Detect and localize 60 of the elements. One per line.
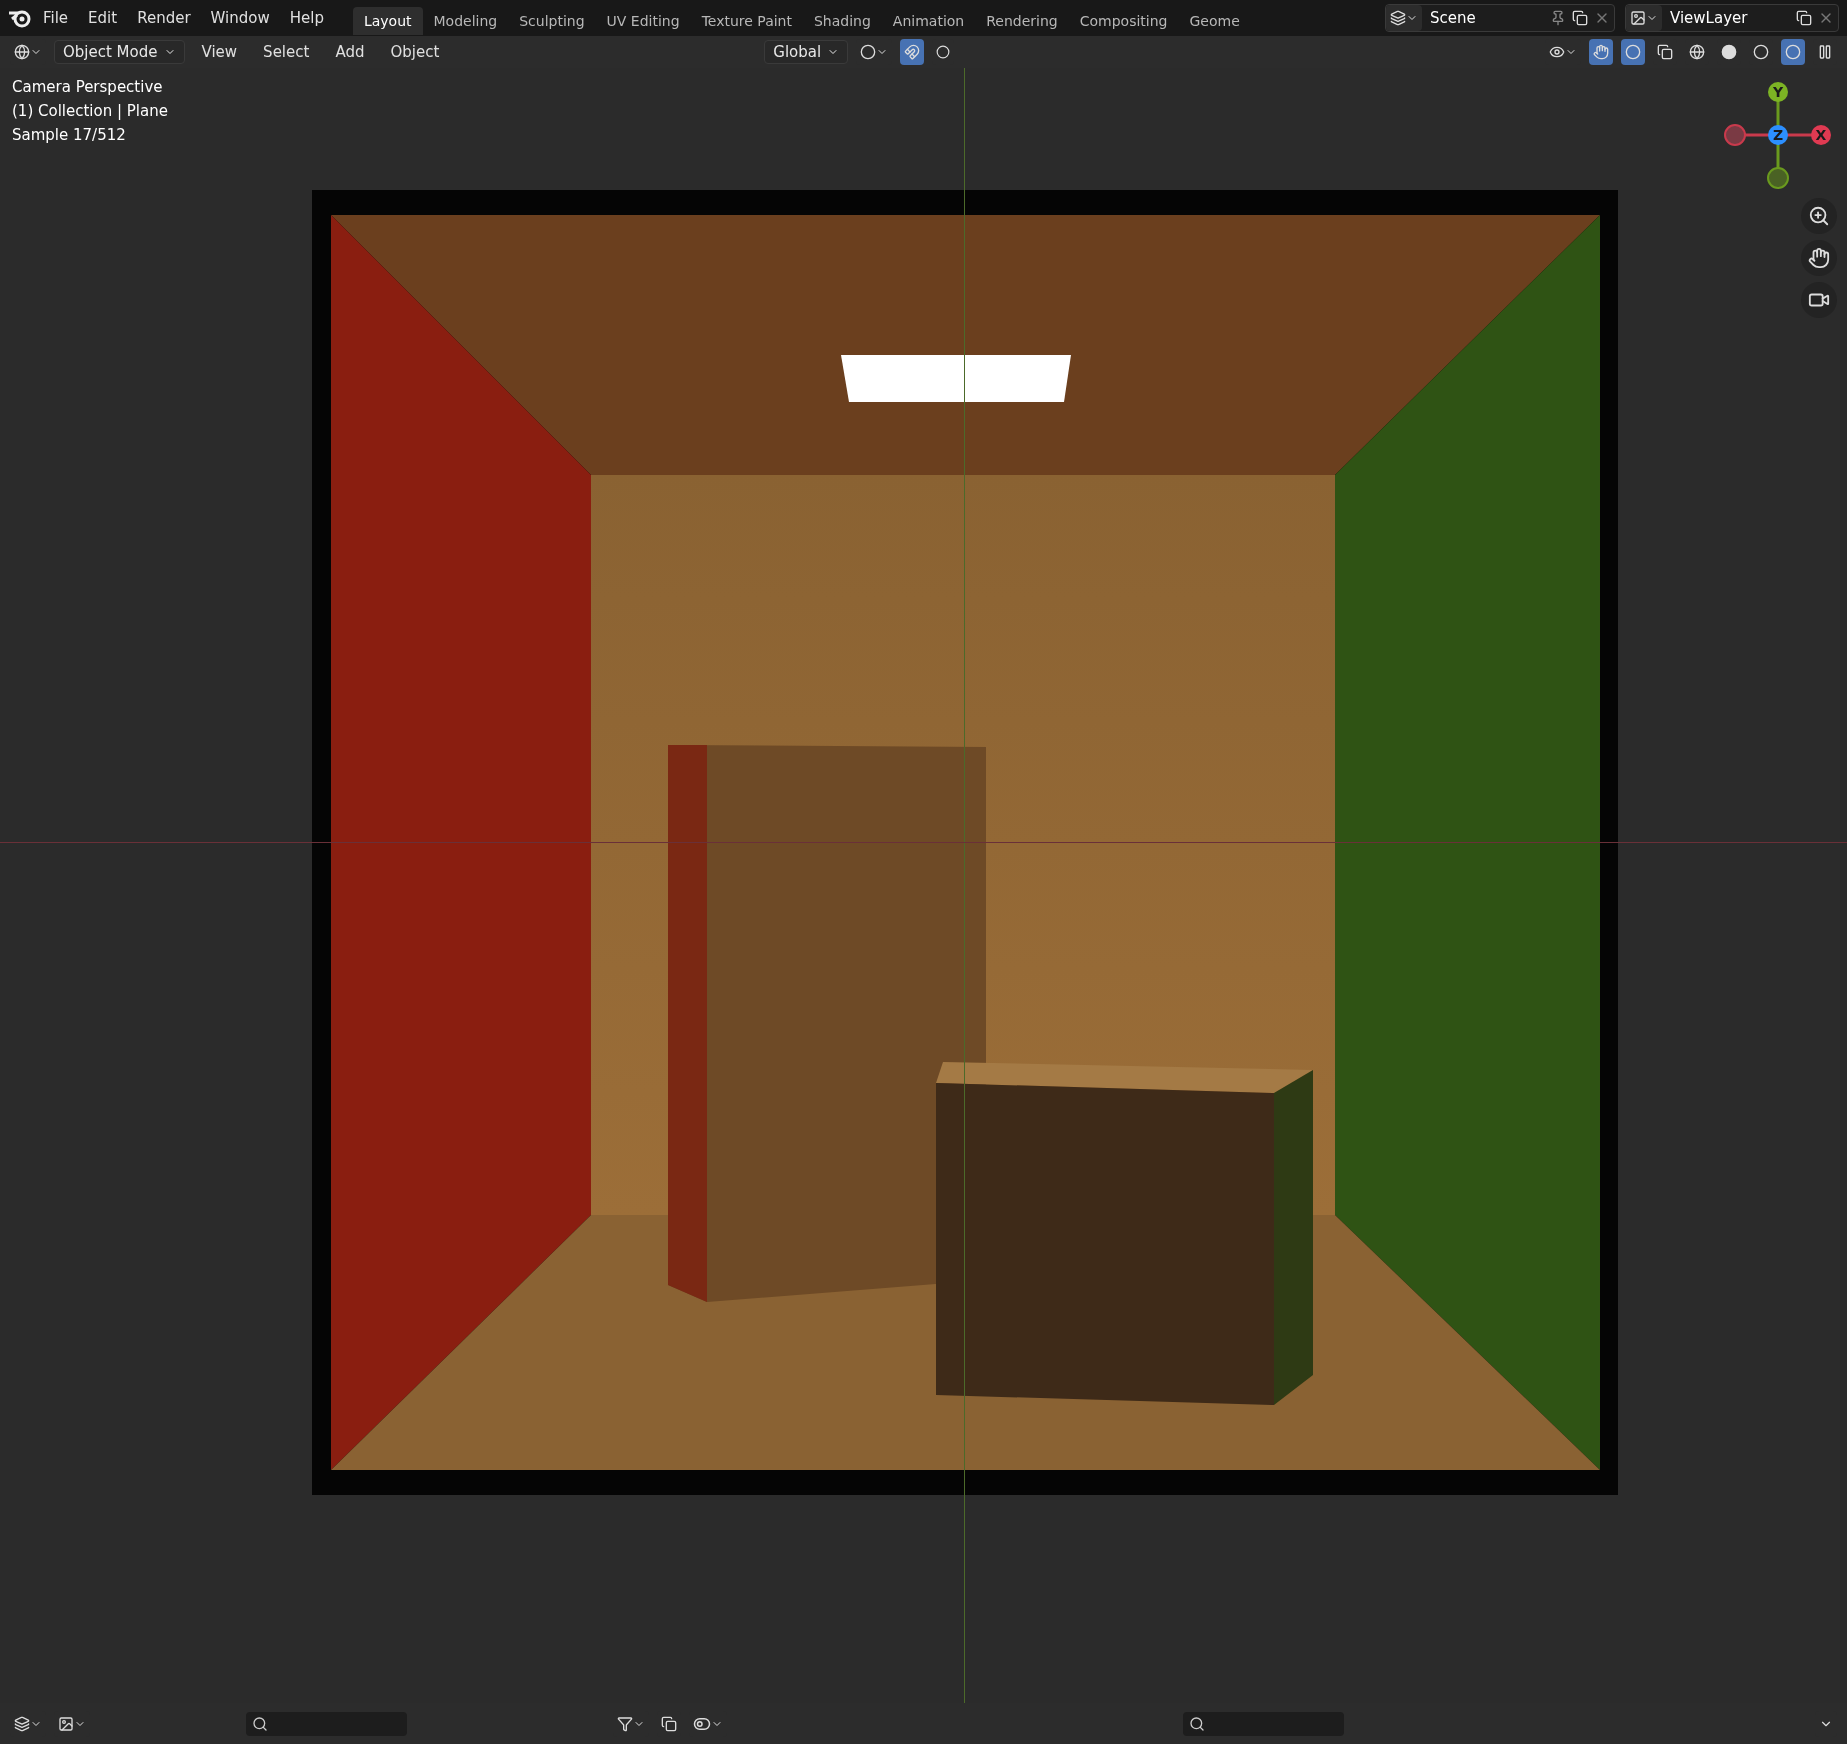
snap-toggle[interactable] bbox=[900, 39, 925, 65]
image-icon bbox=[58, 1715, 74, 1732]
gizmo-toggle[interactable] bbox=[1589, 39, 1613, 65]
workspace-tab[interactable]: Sculpting bbox=[508, 7, 596, 35]
magnet-icon bbox=[904, 44, 921, 60]
copy-icon bbox=[661, 1715, 677, 1732]
zoom-icon[interactable] bbox=[1801, 198, 1837, 234]
workspace-tab[interactable]: Layout bbox=[352, 7, 423, 35]
pin-icon bbox=[1550, 10, 1566, 26]
workspace-tab[interactable]: UV Editing bbox=[595, 7, 691, 35]
search-field[interactable] bbox=[246, 1711, 407, 1736]
circle-icon bbox=[860, 44, 877, 60]
globe-icon bbox=[14, 44, 30, 60]
viewport-info-text: Camera Perspective bbox=[12, 78, 164, 96]
workspace-tab[interactable]: Modeling bbox=[422, 7, 509, 35]
menu-item[interactable]: Render bbox=[128, 5, 200, 31]
viewport-info-text: (1) Collection | Plane bbox=[12, 102, 168, 120]
workspace-tab[interactable]: Shading bbox=[803, 7, 882, 35]
workspace-tab[interactable]: Rendering bbox=[975, 7, 1069, 35]
filter-icon bbox=[617, 1715, 633, 1732]
menu-item[interactable]: Help bbox=[280, 5, 333, 31]
navigation-gizmo[interactable]: Y Z X bbox=[1723, 80, 1833, 190]
copy-icon bbox=[1796, 10, 1812, 26]
shading-mode-button[interactable] bbox=[1781, 39, 1805, 65]
orientation-dropdown[interactable]: Global bbox=[764, 40, 849, 64]
circle-icon bbox=[936, 45, 951, 59]
circle-icon bbox=[1625, 44, 1641, 60]
scene-selector[interactable]: Scene bbox=[1385, 4, 1615, 32]
menu-item[interactable]: Object bbox=[381, 43, 449, 61]
overlay-toggle[interactable] bbox=[1621, 39, 1645, 65]
menu-item[interactable]: View bbox=[192, 43, 247, 61]
copy-icon bbox=[1657, 44, 1673, 60]
search-icon bbox=[252, 1715, 268, 1732]
hand-icon bbox=[1593, 44, 1609, 60]
circle-icon bbox=[1785, 44, 1801, 60]
menu-item[interactable]: File bbox=[34, 5, 78, 31]
copy-icon bbox=[1572, 10, 1588, 26]
menu-item[interactable]: Add bbox=[326, 43, 374, 61]
wireframe-sphere-icon bbox=[1689, 44, 1705, 60]
viewport-info-text: Sample 17/512 bbox=[12, 126, 127, 144]
layers-icon bbox=[14, 1715, 30, 1732]
mode-dropdown[interactable]: Object Mode bbox=[54, 40, 185, 64]
layers-icon bbox=[1390, 10, 1406, 26]
circle-icon bbox=[1753, 44, 1769, 60]
workspace-tab[interactable]: Texture Paint bbox=[690, 7, 803, 35]
hand-icon[interactable] bbox=[1801, 240, 1837, 276]
image-icon bbox=[1630, 10, 1646, 26]
menu-item[interactable]: Window bbox=[201, 5, 279, 31]
menu-item[interactable]: Edit bbox=[79, 5, 127, 31]
workspace-tab[interactable]: Geome bbox=[1178, 7, 1251, 35]
eye-icon bbox=[1549, 44, 1565, 60]
menu-item[interactable]: Select bbox=[254, 43, 319, 61]
solid-sphere-icon bbox=[1721, 44, 1737, 60]
workspace-tab[interactable]: Compositing bbox=[1068, 7, 1179, 35]
view-layer-selector[interactable]: ViewLayer bbox=[1625, 4, 1839, 32]
pause-icon bbox=[1817, 44, 1833, 60]
search-icon bbox=[1189, 1715, 1205, 1732]
search-field[interactable] bbox=[1183, 1711, 1344, 1736]
workspace-tab[interactable]: Animation bbox=[881, 7, 976, 35]
camera-icon[interactable] bbox=[1801, 282, 1837, 318]
